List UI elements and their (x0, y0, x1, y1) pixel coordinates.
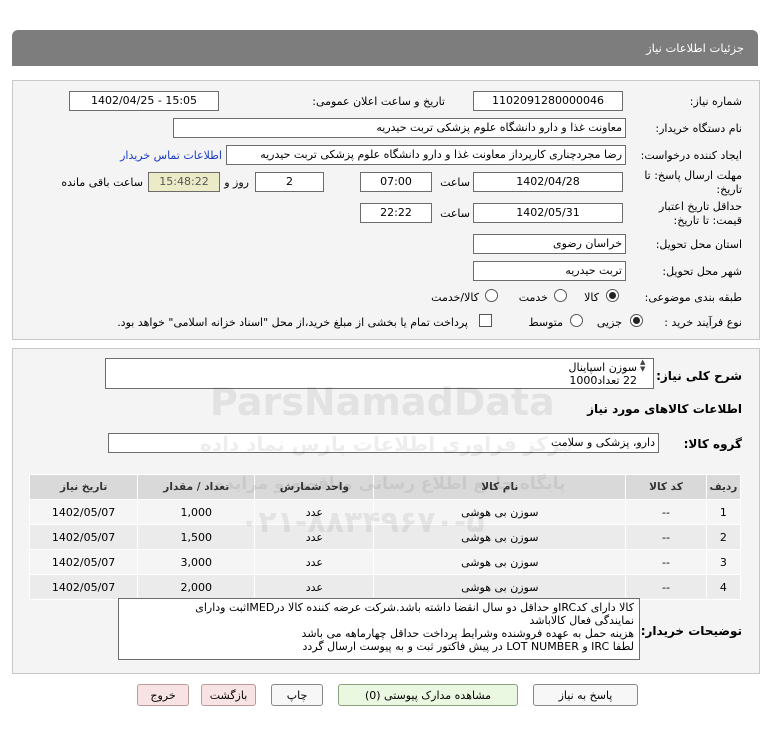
cell-qty: 3,000 (137, 549, 256, 575)
province-field[interactable]: خراسان رضوی (473, 234, 626, 254)
remaining-time-field: 15:48:22 (148, 172, 220, 192)
cell-unit: عدد (254, 549, 375, 575)
goods-section-title: اطلاعات کالاهای مورد نیاز (587, 402, 742, 416)
category-label: طبقه بندی موضوعی: (644, 291, 742, 304)
days-field[interactable]: 2 (255, 172, 324, 192)
requester-field[interactable]: رضا مجردچناری کارپرداز معاونت غذا و دارو… (226, 145, 626, 165)
cell-unit: عدد (254, 524, 375, 550)
cell-date: 1402/05/07 (28, 524, 139, 550)
process-minor-label: جزیی (596, 316, 622, 329)
page-header: جزئیات اطلاعات نیاز (12, 30, 758, 66)
category-both-label: کالا/خدمت (431, 291, 479, 304)
table-row: 4 -- سوزن بی هوشی عدد 2,000 1402/05/07 (28, 574, 742, 600)
city-label: شهر محل تحویل: (662, 265, 742, 278)
col-code-header: کد کالا (625, 474, 707, 500)
cell-qty: 2,000 (137, 574, 256, 600)
table-header-row: ردیف کد کالا نام کالا واحد شمارش تعداد /… (28, 474, 742, 500)
buyer-note-line: کالا دارای کدIRCو حداقل دو سال انقضا داش… (195, 601, 634, 614)
validity-label-2: قیمت: تا تاریخ: (673, 214, 742, 227)
exit-button[interactable]: خروج (137, 684, 189, 706)
cell-date: 1402/05/07 (28, 574, 139, 600)
page-title: جزئیات اطلاعات نیاز (646, 41, 744, 55)
cell-unit: عدد (254, 574, 375, 600)
cell-qty: 1,500 (137, 524, 256, 550)
items-table: ردیف کد کالا نام کالا واحد شمارش تعداد /… (28, 474, 742, 600)
payment-checkbox[interactable] (479, 314, 492, 327)
payment-note: پرداخت تمام یا بخشی از مبلغ خرید،از محل … (117, 316, 468, 329)
summary-label: شرح کلی نیاز: (656, 369, 742, 383)
cell-name: سوزن بی هوشی (373, 549, 627, 575)
category-service-label: خدمت (518, 291, 548, 304)
validity-date-field[interactable]: 1402/05/31 (473, 203, 623, 223)
cell-name: سوزن بی هوشی (373, 499, 627, 525)
city-field[interactable]: تربت حیدریه (473, 261, 626, 281)
summary-line-1: سوزن اسپاینال (568, 361, 637, 374)
days-label: روز و (224, 176, 249, 189)
need-number-label: شماره نیاز: (689, 95, 742, 108)
deadline-date-field[interactable]: 1402/04/28 (473, 172, 623, 192)
cell-code: -- (625, 524, 707, 550)
buyer-org-label: نام دستگاه خریدار: (655, 122, 742, 135)
announce-label: تاریخ و ساعت اعلان عمومی: (312, 95, 445, 108)
summary-line-2: 22 تعداد1000 (569, 374, 637, 387)
reply-button[interactable]: پاسخ به نیاز (533, 684, 638, 706)
deadline-time-field[interactable]: 07:00 (360, 172, 432, 192)
cell-name: سوزن بی هوشی (373, 524, 627, 550)
col-unit-header: واحد شمارش (254, 474, 375, 500)
buyer-notes-label: توضیحات خریدار: (640, 624, 742, 638)
buyer-note-line: لطفا IRC و LOT NUMBER در پیش فاکتور ثبت … (302, 640, 634, 653)
cell-row: 4 (705, 574, 742, 600)
deadline-label-1: مهلت ارسال پاسخ: تا (644, 169, 742, 182)
cell-row: 2 (705, 524, 742, 550)
deadline-time-label: ساعت (440, 176, 470, 189)
validity-time-label: ساعت (440, 207, 470, 220)
process-medium-label: متوسط (528, 316, 563, 329)
attachments-button[interactable]: مشاهده مدارک پیوستی (0) (338, 684, 518, 706)
cell-name: سوزن بی هوشی (373, 574, 627, 600)
col-row-header: ردیف (705, 474, 742, 500)
col-qty-header: تعداد / مقدار (137, 474, 256, 500)
announce-field[interactable]: 1402/04/25 - 15:05 (69, 91, 219, 111)
contact-buyer-link[interactable]: اطلاعات تماس خریدار (120, 149, 222, 162)
category-radio-both[interactable] (485, 289, 498, 302)
cell-row: 3 (705, 549, 742, 575)
process-radio-minor[interactable] (630, 314, 643, 327)
goods-group-field[interactable]: دارو، پزشکی و سلامت (108, 433, 659, 453)
cell-code: -- (625, 549, 707, 575)
cell-qty: 1,000 (137, 499, 256, 525)
goods-group-label: گروه کالا: (683, 437, 742, 451)
table-row: 1 -- سوزن بی هوشی عدد 1,000 1402/05/07 (28, 499, 742, 525)
back-button[interactable]: بازگشت (201, 684, 256, 706)
category-goods-label: کالا (584, 291, 599, 304)
buyer-org-field[interactable]: معاونت غذا و دارو دانشگاه علوم پزشکی ترب… (173, 118, 626, 138)
col-date-header: تاریخ نیاز (28, 474, 139, 500)
buyer-note-line: نمایندگی فعال کالاباشد (529, 614, 635, 627)
table-row: 3 -- سوزن بی هوشی عدد 3,000 1402/05/07 (28, 549, 742, 575)
process-label: نوع فرآیند خرید : (664, 316, 742, 329)
need-number-field[interactable]: 1102091280000046 (473, 91, 623, 111)
scroll-arrows-icon[interactable]: ▲ ▼ (640, 359, 645, 373)
province-label: استان محل تحویل: (655, 238, 742, 251)
remaining-label: ساعت باقی مانده (61, 176, 143, 189)
summary-textarea[interactable]: سوزن اسپاینال 22 تعداد1000 (105, 358, 654, 389)
category-radio-goods[interactable] (606, 289, 619, 302)
process-radio-medium[interactable] (570, 314, 583, 327)
validity-time-field[interactable]: 22:22 (360, 203, 432, 223)
deadline-label-2: تاریخ: (716, 183, 742, 196)
validity-label-1: حداقل تاریخ اعتبار (658, 200, 742, 213)
table-row: 2 -- سوزن بی هوشی عدد 1,500 1402/05/07 (28, 524, 742, 550)
cell-code: -- (625, 499, 707, 525)
cell-code: -- (625, 574, 707, 600)
cell-date: 1402/05/07 (28, 549, 139, 575)
requester-label: ایجاد کننده درخواست: (640, 149, 742, 162)
buyer-note-line: هزینه حمل به عهده فروشنده وشرایط پرداخت … (301, 627, 634, 640)
cell-date: 1402/05/07 (28, 499, 139, 525)
buyer-notes-box: کالا دارای کدIRCو حداقل دو سال انقضا داش… (118, 598, 640, 660)
cell-row: 1 (705, 499, 742, 525)
cell-unit: عدد (254, 499, 375, 525)
print-button[interactable]: چاپ (271, 684, 323, 706)
category-radio-service[interactable] (554, 289, 567, 302)
col-name-header: نام کالا (373, 474, 627, 500)
